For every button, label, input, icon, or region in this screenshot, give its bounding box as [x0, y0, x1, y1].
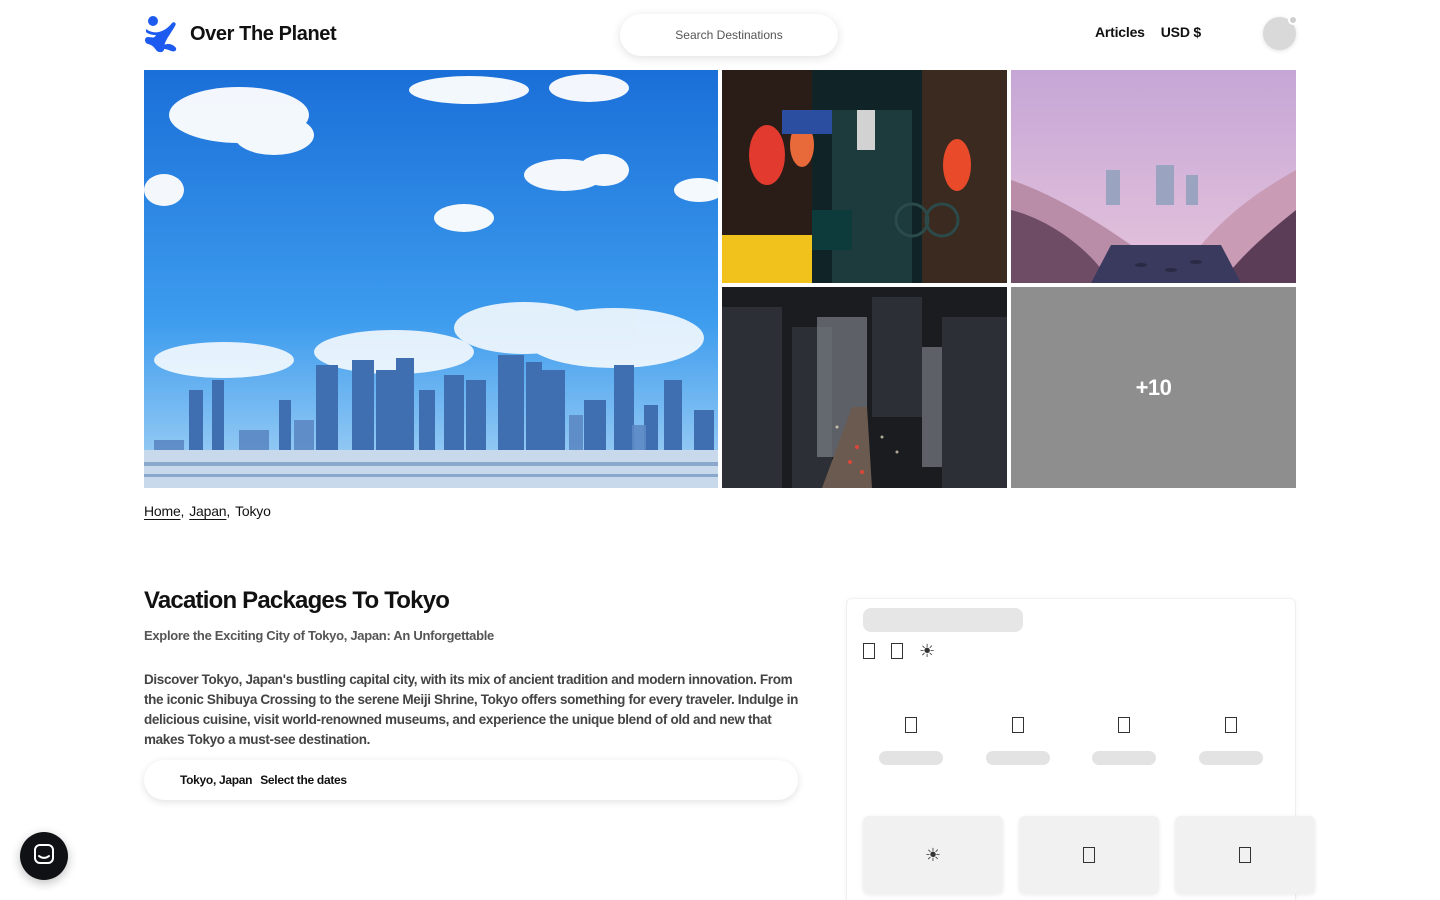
brand-logo[interactable]: Over The Planet [144, 15, 337, 53]
destination-description: Discover Tokyo, Japan's bustling capital… [144, 672, 799, 747]
site-header: Over The Planet Search Destinations Arti… [0, 0, 1440, 66]
booking-panel-skeleton: ☀ ☀ [846, 598, 1315, 900]
gallery-more-photos[interactable]: +10 [1011, 287, 1296, 488]
sun-icon: ☀ [919, 641, 936, 661]
skeleton-card[interactable]: ☀ [863, 816, 1003, 894]
gallery-image-night-city[interactable] [722, 287, 1007, 488]
skeleton-bar [1092, 751, 1156, 765]
skeleton-column [879, 717, 943, 765]
box-icon [891, 643, 903, 659]
brand-logo-icon [144, 15, 178, 53]
breadcrumb-current: Tokyo [235, 503, 271, 519]
breadcrumb-separator: , [226, 503, 231, 519]
skeleton-bar [986, 751, 1050, 765]
box-icon [1083, 847, 1095, 863]
skeleton-card[interactable] [1175, 816, 1315, 894]
skeleton-card[interactable] [1019, 816, 1159, 894]
photo-gallery: +10 [144, 70, 1296, 488]
skeleton-title [863, 608, 1023, 632]
panel-icon-row: ☀ [863, 641, 936, 661]
nav-articles-link[interactable]: Articles [1095, 24, 1145, 40]
box-icon [905, 717, 917, 733]
trip-search-bar[interactable]: Tokyo, Japan Select the dates [144, 760, 798, 800]
chat-launcher-button[interactable] [20, 832, 68, 880]
trip-dates[interactable]: Select the dates [260, 773, 347, 787]
skeleton-bar [1199, 751, 1263, 765]
breadcrumb-separator: , [180, 503, 185, 519]
breadcrumb-japan[interactable]: Japan [189, 503, 226, 519]
brand-name: Over The Planet [190, 22, 337, 45]
page-subtitle: Explore the Exciting City of Tokyo, Japa… [144, 628, 494, 643]
skeleton-column [1092, 717, 1156, 765]
box-icon [863, 643, 875, 659]
sun-icon: ☀ [924, 845, 942, 865]
box-icon [1012, 717, 1024, 733]
search-input[interactable]: Search Destinations [620, 14, 838, 56]
skeleton-bar [879, 751, 943, 765]
box-icon [1225, 717, 1237, 733]
more-photos-count: +10 [1135, 374, 1172, 400]
gallery-image-alley[interactable] [722, 70, 1007, 283]
chat-icon [33, 843, 55, 870]
skeleton-column [986, 717, 1050, 765]
gallery-image-river[interactable] [1011, 70, 1296, 283]
box-icon [1118, 717, 1130, 733]
currency-selector[interactable]: USD $ [1161, 24, 1201, 40]
gallery-image-skyline[interactable] [144, 70, 718, 488]
breadcrumb-home[interactable]: Home [144, 503, 181, 519]
trip-location[interactable]: Tokyo, Japan [180, 773, 253, 787]
page-title: Vacation Packages To Tokyo [144, 587, 450, 614]
top-nav: Articles USD $ [1095, 24, 1201, 40]
breadcrumb: Home , Japan , Tokyo [144, 503, 271, 519]
search-placeholder: Search Destinations [675, 28, 783, 42]
notification-dot [1288, 15, 1298, 25]
skeleton-column [1199, 717, 1263, 765]
box-icon [1239, 847, 1251, 863]
